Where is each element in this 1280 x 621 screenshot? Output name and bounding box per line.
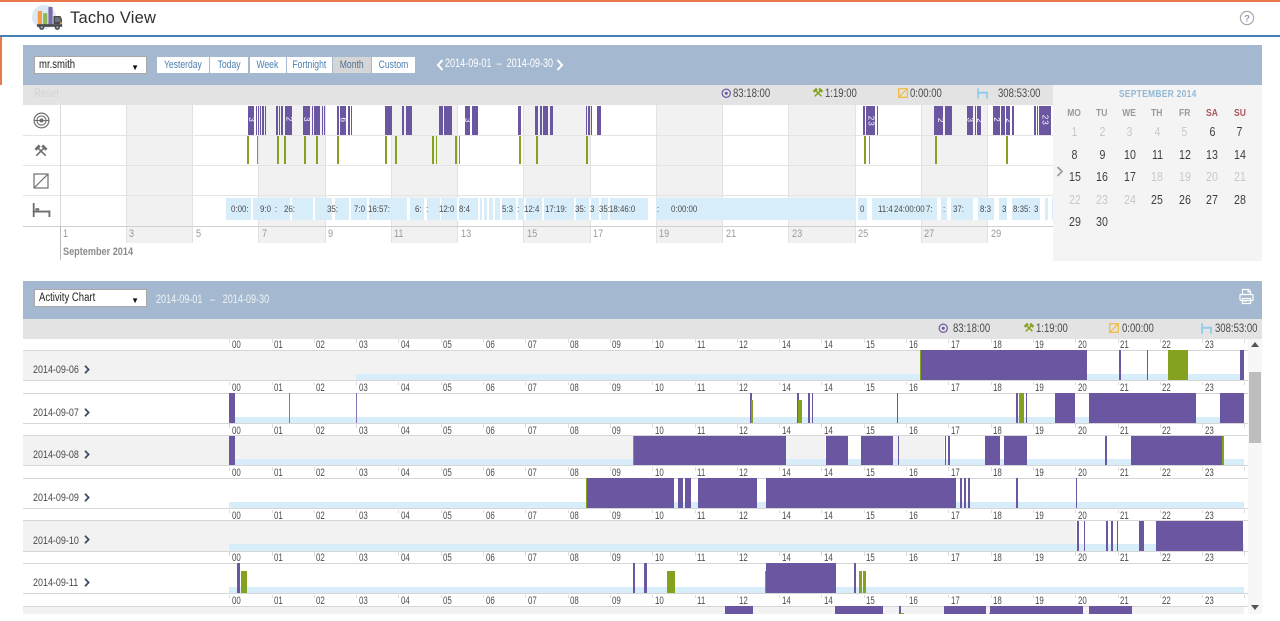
svg-text:?: ? bbox=[1244, 13, 1250, 24]
